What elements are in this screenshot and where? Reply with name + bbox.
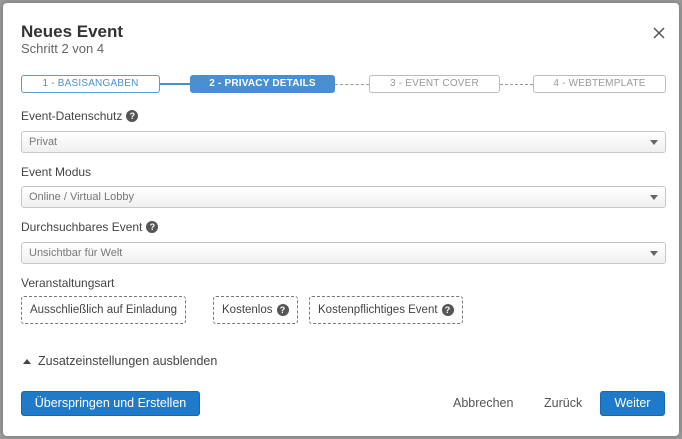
close-icon[interactable]: [649, 23, 669, 43]
chevron-down-icon: [650, 251, 658, 256]
step-connector: [160, 83, 190, 85]
searchable-select[interactable]: Unsichtbar für Welt: [21, 242, 666, 264]
caret-up-icon: [23, 358, 31, 364]
searchable-label-text: Durchsuchbares Event: [21, 220, 143, 234]
mode-select-value: Online / Virtual Lobby: [29, 191, 134, 203]
step-event-cover[interactable]: 3 - EVENT COVER: [369, 75, 500, 93]
chevron-down-icon: [650, 140, 658, 145]
event-type-invitation-only[interactable]: Ausschließlich auf Einladung: [21, 296, 187, 324]
event-type-paid[interactable]: Kostenpflichtiges Event ?: [309, 296, 463, 324]
dialog-subtitle: Schritt 2 von 4: [21, 41, 105, 56]
back-button[interactable]: Zurück: [544, 391, 582, 416]
step-connector: [500, 84, 533, 85]
help-icon[interactable]: ?: [441, 304, 454, 316]
extra-settings-toggle-label: Zusatzeinstellungen ausblenden: [38, 354, 218, 368]
extra-settings-toggle[interactable]: Zusatzeinstellungen ausblenden: [23, 354, 217, 368]
privacy-label: Event-Datenschutz ?: [21, 109, 139, 123]
privacy-select-value: Privat: [29, 136, 58, 148]
chip-label: Kostenpflichtiges Event: [318, 304, 438, 316]
event-type-label-text: Veranstaltungsart: [21, 276, 115, 290]
chip-label: Ausschließlich auf Einladung: [30, 304, 178, 316]
step-basisangaben[interactable]: 1 - BASISANGABEN: [21, 75, 160, 93]
new-event-dialog: Neues Event Schritt 2 von 4 1 - BASISANG…: [3, 3, 679, 436]
privacy-select[interactable]: Privat: [21, 131, 666, 153]
step-webtemplate[interactable]: 4 - WEBTEMPLATE: [533, 75, 666, 93]
dialog-title: Neues Event: [21, 22, 124, 41]
searchable-label: Durchsuchbares Event ?: [21, 220, 159, 234]
step-connector: [335, 84, 369, 85]
next-button[interactable]: Weiter: [600, 391, 665, 416]
mode-label: Event Modus: [21, 165, 91, 179]
event-type-free[interactable]: Kostenlos ?: [213, 296, 298, 324]
privacy-label-text: Event-Datenschutz: [21, 109, 123, 123]
mode-label-text: Event Modus: [21, 165, 92, 179]
chevron-down-icon: [650, 195, 658, 200]
help-icon[interactable]: ?: [126, 110, 139, 122]
event-type-label: Veranstaltungsart: [21, 276, 114, 290]
chip-label: Kostenlos: [222, 304, 273, 316]
skip-and-create-button[interactable]: Überspringen und Erstellen: [21, 391, 200, 416]
searchable-select-value: Unsichtbar für Welt: [29, 247, 123, 259]
step-privacy-details[interactable]: 2 - PRIVACY DETAILS: [190, 75, 335, 93]
mode-select[interactable]: Online / Virtual Lobby: [21, 186, 666, 208]
help-icon[interactable]: ?: [276, 304, 289, 316]
cancel-button[interactable]: Abbrechen: [453, 391, 513, 416]
help-icon[interactable]: ?: [146, 221, 159, 233]
